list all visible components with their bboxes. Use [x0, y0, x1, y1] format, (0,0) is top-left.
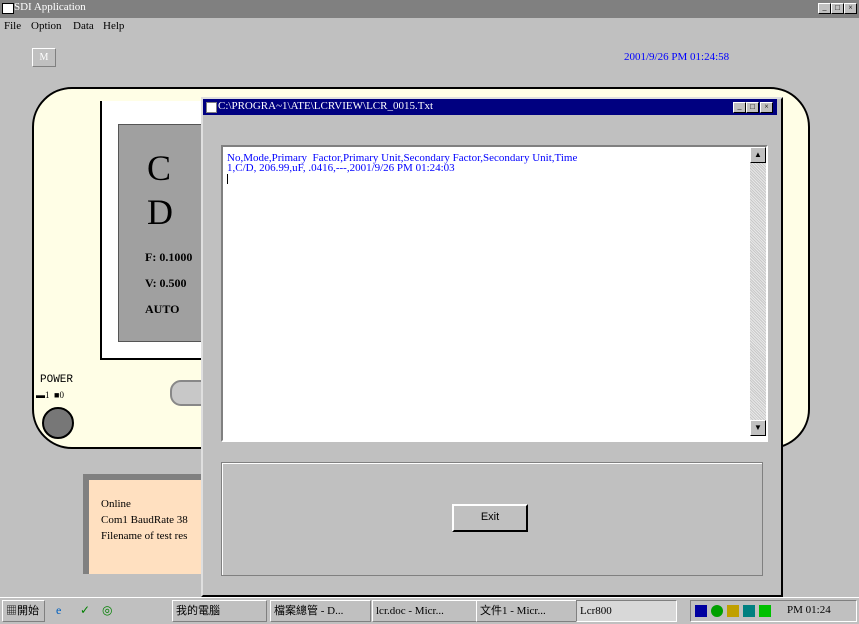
tray-network-icon[interactable]	[711, 605, 723, 617]
taskbar-item-label: 文件1 - Micr...	[480, 605, 546, 617]
power-off-label: 0	[59, 390, 64, 400]
taskbar-item-explorer[interactable]: 檔案總管 - D...	[270, 600, 371, 622]
status-baudrate: Com1 BaudRate 38	[101, 514, 188, 526]
start-button[interactable]: ▦開始	[2, 600, 45, 622]
dialog-maximize-button[interactable]: □	[746, 102, 759, 113]
taskbar: ▦開始 e ✓ ◎ 我的電腦 檔案總管 - D... lcr.doc - Mic…	[0, 597, 859, 624]
power-on-icon: ▬	[36, 390, 45, 400]
scroll-up-icon[interactable]: ▲	[750, 147, 766, 163]
tray-clock[interactable]: PM 01:24	[787, 604, 831, 616]
close-button[interactable]: ×	[844, 3, 857, 14]
taskbar-item-lcr-doc[interactable]: lcr.doc - Micr...	[372, 600, 477, 622]
ie-icon[interactable]: e	[56, 603, 61, 618]
dialog-title-bar[interactable]: C:\PROGRA~1\ATE\LCRVIEW\LCR_0015.Txt _ □…	[203, 99, 777, 115]
exit-button[interactable]: Exit	[452, 504, 528, 532]
file-text: No,Mode,Primary Factor,Primary Unit,Seco…	[227, 153, 577, 174]
vertical-scrollbar[interactable]: ▲ ▼	[750, 147, 766, 436]
status-filename: Filename of test res	[101, 530, 188, 542]
lcd-mode: AUTO	[145, 302, 180, 316]
tray-app-icon[interactable]	[727, 605, 739, 617]
tray-input-icon[interactable]	[695, 605, 707, 617]
maximize-button[interactable]: □	[831, 3, 844, 14]
lcd-frequency: F: 0.1000	[145, 250, 193, 264]
dialog-title: C:\PROGRA~1\ATE\LCRVIEW\LCR_0015.Txt	[218, 100, 433, 112]
outlook-icon[interactable]: ✓	[80, 603, 90, 618]
app-title: SDI Application	[14, 1, 86, 13]
menu-bar: File Option Data Help	[0, 18, 859, 36]
status-online: Online	[101, 498, 131, 510]
menu-file[interactable]: File	[4, 20, 21, 32]
power-on-label: 1	[45, 390, 50, 400]
tray-volume-icon[interactable]	[743, 605, 755, 617]
app-icon	[2, 3, 14, 14]
menu-help[interactable]: Help	[103, 20, 124, 32]
dialog-icon	[206, 102, 217, 113]
power-label: POWER	[40, 374, 74, 386]
power-knob[interactable]	[42, 407, 74, 439]
menu-data[interactable]: Data	[73, 20, 94, 32]
start-label: 開始	[17, 605, 39, 617]
lcd-c-label: C	[147, 148, 172, 188]
file-content-textarea[interactable]: No,Mode,Primary Factor,Primary Unit,Seco…	[221, 145, 768, 442]
dialog-minimize-button[interactable]: _	[733, 102, 746, 113]
scroll-down-icon[interactable]: ▼	[750, 420, 766, 436]
desktop-icon[interactable]: ◎	[102, 603, 112, 618]
tray-shield-icon[interactable]	[759, 605, 771, 617]
app-title-bar[interactable]: SDI Application _ □ ×	[0, 0, 859, 18]
taskbar-item-document[interactable]: 文件1 - Micr...	[476, 600, 577, 622]
file-line-record: 1,C/D, 206.99,uF, .0416,---,2001/9/26 PM…	[227, 162, 455, 174]
text-caret	[227, 174, 228, 184]
status-box: Online Com1 BaudRate 38 Filename of test…	[83, 474, 219, 574]
taskbar-item-my-computer[interactable]: 我的電腦	[172, 600, 267, 622]
lcd-voltage: V: 0.500	[145, 276, 187, 290]
menu-option[interactable]: Option	[31, 20, 62, 32]
windows-flag-icon: ▦	[6, 605, 17, 617]
dialog-close-button[interactable]: ×	[760, 102, 773, 113]
datetime-display: 2001/9/26 PM 01:24:58	[624, 51, 730, 63]
taskbar-item-label: 我的電腦	[176, 605, 220, 617]
taskbar-item-lcr800[interactable]: Lcr800	[576, 600, 677, 622]
power-indicators: ▬1 ■0	[36, 390, 64, 400]
lcd-d-label: D	[147, 192, 173, 232]
m-button[interactable]: M	[32, 48, 56, 67]
minimize-button[interactable]: _	[818, 3, 831, 14]
taskbar-item-label: 檔案總管 - D...	[274, 605, 344, 617]
taskbar-item-label: lcr.doc - Micr...	[376, 605, 444, 617]
taskbar-item-label: Lcr800	[580, 605, 612, 617]
system-tray: PM 01:24	[690, 600, 857, 622]
